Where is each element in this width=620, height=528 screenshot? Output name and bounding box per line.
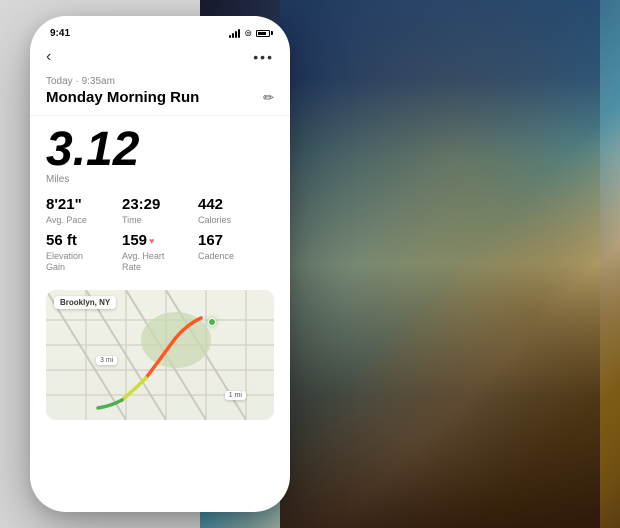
title-row: Monday Morning Run ✏ bbox=[46, 89, 274, 107]
header-section: Today · 9:35am Monday Morning Run ✏ bbox=[30, 72, 290, 116]
stat-pace-value: 8'21" bbox=[46, 197, 122, 214]
signal-icon bbox=[229, 28, 240, 38]
map-section: Brooklyn, NY 3 mi 1 mi bbox=[46, 290, 274, 420]
stat-calories: 442 Calories bbox=[198, 197, 274, 225]
stat-pace-label: Avg. Pace bbox=[46, 215, 122, 226]
status-icons: ⊜ bbox=[229, 28, 270, 39]
stat-cadence-value: 167 bbox=[198, 233, 274, 250]
mile-marker-3: 3 mi bbox=[96, 356, 117, 365]
wifi-icon: ⊜ bbox=[244, 28, 252, 39]
stat-elevation-value: 56 ft bbox=[46, 233, 122, 250]
phone-mockup: 9:41 ⊜ ‹ ••• Today · 9:35am bbox=[30, 16, 290, 512]
stat-pace: 8'21" Avg. Pace bbox=[46, 197, 122, 225]
athlete-silhouette bbox=[280, 0, 600, 528]
stat-calories-label: Calories bbox=[198, 215, 274, 226]
edit-icon[interactable]: ✏ bbox=[263, 90, 274, 106]
date-label: Today · 9:35am bbox=[46, 76, 274, 87]
stat-cadence-label: Cadence bbox=[198, 251, 274, 262]
more-button[interactable]: ••• bbox=[253, 49, 274, 65]
map-background: Brooklyn, NY 3 mi 1 mi bbox=[46, 290, 274, 420]
stat-heart-rate: 159 ♥ Avg. HeartRate bbox=[122, 233, 198, 272]
mile-marker-1: 1 mi bbox=[225, 391, 246, 400]
status-time: 9:41 bbox=[50, 28, 70, 39]
map-location-label: Brooklyn, NY bbox=[54, 296, 116, 309]
phone-screen: 9:41 ⊜ ‹ ••• Today · 9:35am bbox=[30, 16, 290, 512]
stat-time-value: 23:29 bbox=[122, 197, 198, 214]
stat-elevation: 56 ft ElevationGain bbox=[46, 233, 122, 272]
distance-value: 3.12 bbox=[46, 126, 274, 174]
stat-heart-rate-label: Avg. HeartRate bbox=[122, 251, 198, 273]
map-route-svg bbox=[46, 290, 274, 420]
stat-elevation-label: ElevationGain bbox=[46, 251, 122, 273]
stat-cadence: 167 Cadence bbox=[198, 233, 274, 272]
distance-section: 3.12 Miles bbox=[30, 116, 290, 191]
run-title: Monday Morning Run bbox=[46, 89, 199, 107]
nav-row: ‹ ••• bbox=[30, 44, 290, 72]
stats-grid: 8'21" Avg. Pace 23:29 Time 442 Calories … bbox=[30, 191, 290, 286]
stat-calories-value: 442 bbox=[198, 197, 274, 214]
battery-icon bbox=[256, 30, 270, 37]
stats-row-2: 56 ft ElevationGain 159 ♥ Avg. HeartRate… bbox=[46, 233, 274, 272]
back-button[interactable]: ‹ bbox=[46, 48, 51, 66]
status-bar: 9:41 ⊜ bbox=[30, 16, 290, 44]
stat-time: 23:29 Time bbox=[122, 197, 198, 225]
stats-row-1: 8'21" Avg. Pace 23:29 Time 442 Calories bbox=[46, 197, 274, 225]
heart-icon: ♥ bbox=[149, 237, 154, 247]
stat-heart-rate-value: 159 ♥ bbox=[122, 233, 198, 250]
stat-time-label: Time bbox=[122, 215, 198, 226]
